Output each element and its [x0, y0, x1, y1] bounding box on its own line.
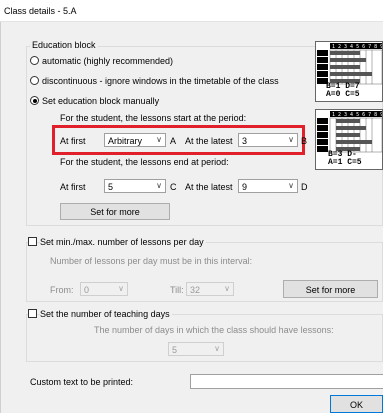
- teaching-days-caption: The number of days in which the class sh…: [94, 325, 334, 335]
- minmax-from-value: 0: [84, 285, 90, 295]
- svg-text:1 2 3 4 5 6 7 8 9: 1 2 3 4 5 6 7 8 9: [332, 44, 382, 50]
- ok-label: OK: [349, 400, 363, 410]
- start-latest-select[interactable]: 3 ∨: [238, 133, 298, 147]
- title-bar: Class details - 5.A: [0, 0, 383, 22]
- custom-text-input[interactable]: [190, 374, 383, 389]
- minmax-till-label: Till:: [170, 285, 184, 295]
- minmax-set-for-more-label: Set for more: [305, 285, 356, 295]
- minmax-checkbox[interactable]: [28, 237, 37, 246]
- ok-button[interactable]: OK: [330, 395, 383, 413]
- end-first-select[interactable]: 5 ∨: [104, 179, 166, 193]
- scheme-bottom-line2: A=1 C=5: [328, 158, 362, 167]
- custom-text-label: Custom text to be printed:: [30, 377, 134, 387]
- chevron-down-icon: ∨: [156, 135, 162, 144]
- end-first-letter: C: [170, 182, 177, 192]
- radio-discontinuous-label: discontinuous - ignore windows in the ti…: [42, 76, 279, 86]
- end-first-value: 5: [108, 182, 114, 192]
- minmax-set-for-more-button[interactable]: Set for more: [283, 280, 378, 298]
- minmax-checkbox-label: Set min./max. number of lessons per day: [40, 237, 206, 247]
- minmax-till-value: 32: [190, 285, 201, 295]
- chevron-down-icon: ∨: [214, 344, 220, 353]
- minmax-caption: Number of lessons per day must be in thi…: [50, 256, 253, 266]
- radio-manual[interactable]: [30, 96, 39, 105]
- start-latest-label: At the latest: [185, 136, 233, 146]
- set-for-more-button[interactable]: Set for more: [60, 203, 170, 220]
- start-latest-letter: B: [301, 136, 308, 146]
- radio-manual-label: Set education block manually: [42, 96, 160, 106]
- radio-automatic-label: automatic (highly recommended): [42, 56, 174, 66]
- minmax-from-label: From:: [50, 285, 74, 295]
- start-latest-value: 3: [242, 136, 248, 146]
- end-latest-letter: D: [301, 182, 308, 192]
- radio-discontinuous[interactable]: [30, 76, 39, 85]
- teaching-days-checkbox-label: Set the number of teaching days: [40, 309, 172, 319]
- chevron-down-icon: ∨: [288, 181, 294, 190]
- end-caption: For the student, the lessons end at peri…: [60, 157, 229, 167]
- svg-text:1 2 3 4 5 6 7 8 9: 1 2 3 4 5 6 7 8 9: [332, 112, 382, 118]
- chevron-down-icon: ∨: [156, 181, 162, 190]
- end-latest-label: At the latest: [185, 182, 233, 192]
- start-first-letter: A: [170, 136, 177, 146]
- scheme-thumbnail-top: 1 2 3 4 5 6 7 8 9 B=1 D=7 A=0 C=5: [315, 41, 383, 102]
- minmax-till-select[interactable]: 32 ∨: [186, 282, 234, 296]
- set-for-more-label: Set for more: [90, 207, 140, 217]
- teaching-days-value: 5: [172, 345, 178, 355]
- minmax-from-select[interactable]: 0 ∨: [80, 282, 128, 296]
- end-first-label: At first: [60, 182, 86, 192]
- teaching-days-select[interactable]: 5 ∨: [168, 342, 224, 356]
- end-latest-select[interactable]: 9 ∨: [238, 179, 298, 193]
- end-latest-value: 9: [242, 182, 248, 192]
- radio-automatic[interactable]: [30, 56, 39, 65]
- chevron-down-icon: ∨: [288, 135, 294, 144]
- chevron-down-icon: ∨: [118, 284, 124, 293]
- scheme-top-line2: A=0 C=5: [326, 90, 360, 99]
- education-block-label: Education block: [30, 40, 98, 50]
- start-first-value: Arbitrary: [108, 136, 143, 146]
- start-first-select[interactable]: Arbitrary ∨: [104, 133, 166, 147]
- scheme-thumbnail-bottom: 1 2 3 4 5 6 7 8 9 B=3 D- A=1 C=5: [315, 109, 383, 170]
- chevron-down-icon: ∨: [224, 284, 230, 293]
- teaching-days-checkbox[interactable]: [28, 309, 37, 318]
- start-first-label: At first: [60, 136, 86, 146]
- start-caption: For the student, the lessons start at th…: [60, 113, 247, 123]
- window-title: Class details - 5.A: [4, 6, 77, 16]
